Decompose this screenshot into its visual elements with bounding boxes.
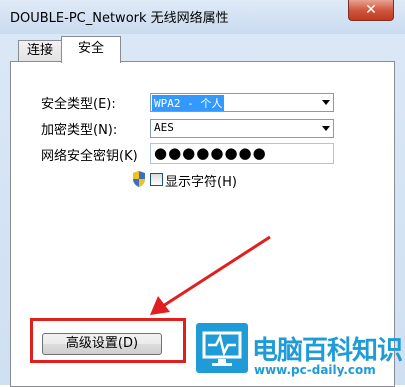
watermark-url: www.pc-daily.com — [254, 363, 376, 377]
watermark-logo-icon — [196, 323, 248, 373]
dialog-window: DOUBLE-PC_Network 无线网络属性 ✕ 连接 安全 安全类型(E)… — [0, 0, 405, 387]
tab-security[interactable]: 安全 — [61, 36, 121, 63]
watermark-title: 电脑百科知识 — [252, 336, 403, 366]
